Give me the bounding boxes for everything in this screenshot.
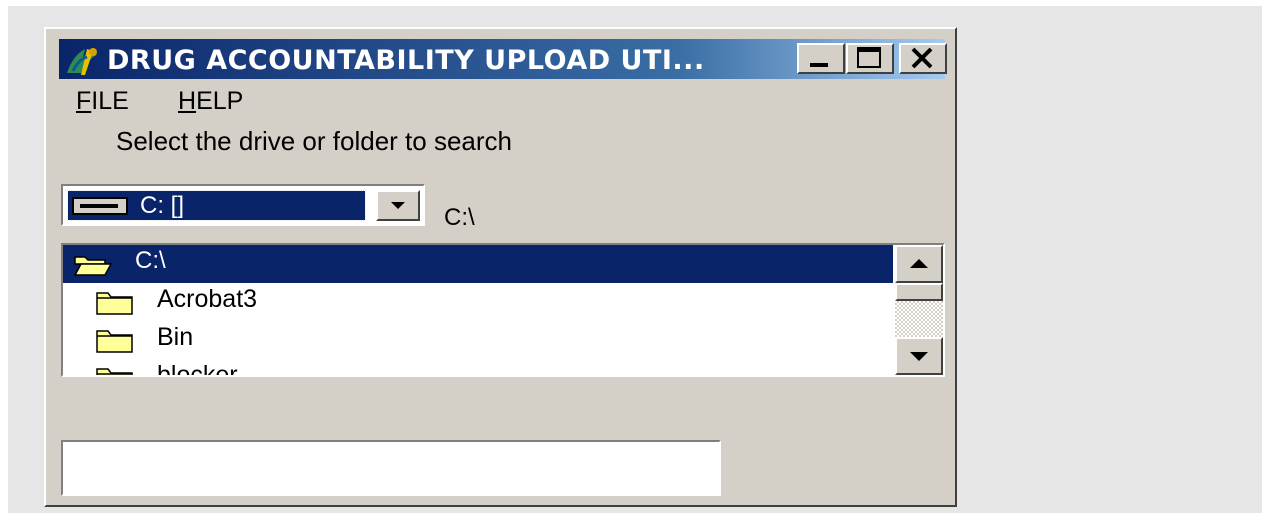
chevron-up-icon — [910, 259, 928, 268]
folder-icon — [96, 368, 133, 375]
folder-row[interactable]: blocker — [63, 359, 893, 377]
drive-selected-value[interactable]: C: [] — [67, 190, 366, 221]
app-window: DRUG ACCOUNTABILITY UPLOAD UTI... FILE H… — [44, 27, 957, 507]
folder-list[interactable]: C:\ Acrobat3 Bin blocker — [61, 243, 945, 377]
menu-help-accel: H — [178, 87, 197, 115]
app-icon — [67, 48, 97, 75]
menu-help-label: ELP — [196, 87, 244, 115]
menu-file[interactable]: FILE — [76, 87, 129, 116]
title-bar[interactable]: DRUG ACCOUNTABILITY UPLOAD UTI... — [59, 39, 947, 79]
instruction-label: Select the drive or folder to search — [116, 126, 512, 156]
maximize-button[interactable] — [846, 43, 894, 74]
maximize-icon — [857, 47, 881, 68]
chevron-down-icon — [910, 352, 928, 361]
folder-row[interactable]: Bin — [63, 321, 893, 359]
drive-dropdown-button[interactable] — [376, 190, 420, 221]
window-title: DRUG ACCOUNTABILITY UPLOAD UTI... — [107, 45, 705, 76]
chevron-down-icon — [391, 202, 405, 209]
drive-select[interactable]: C: [] — [61, 184, 425, 226]
folder-icon — [96, 292, 133, 315]
folder-name: Bin — [157, 323, 194, 351]
minimize-button[interactable] — [797, 43, 845, 74]
current-path-label: C:\ — [444, 204, 475, 231]
folder-row-root[interactable]: C:\ — [63, 245, 893, 283]
close-icon — [911, 47, 933, 69]
menu-file-accel: F — [76, 87, 92, 115]
minimize-icon — [810, 63, 828, 67]
scroll-up-button[interactable] — [895, 245, 943, 283]
folder-name: Acrobat3 — [157, 285, 258, 313]
scroll-down-button[interactable] — [895, 337, 943, 375]
folder-row[interactable]: Acrobat3 — [63, 283, 893, 321]
close-button[interactable] — [899, 43, 947, 74]
scroll-thumb[interactable] — [895, 283, 943, 301]
status-text-field[interactable] — [61, 440, 721, 496]
folder-name: C:\ — [135, 247, 166, 274]
folder-name: blocker — [157, 361, 238, 377]
open-folder-icon — [73, 256, 113, 276]
drive-icon — [72, 197, 128, 215]
menu-file-label: ILE — [91, 87, 129, 115]
folder-icon — [96, 330, 133, 353]
vertical-scrollbar[interactable] — [895, 245, 943, 375]
menu-help[interactable]: HELP — [178, 87, 243, 116]
drive-label: C: [] — [140, 192, 185, 219]
